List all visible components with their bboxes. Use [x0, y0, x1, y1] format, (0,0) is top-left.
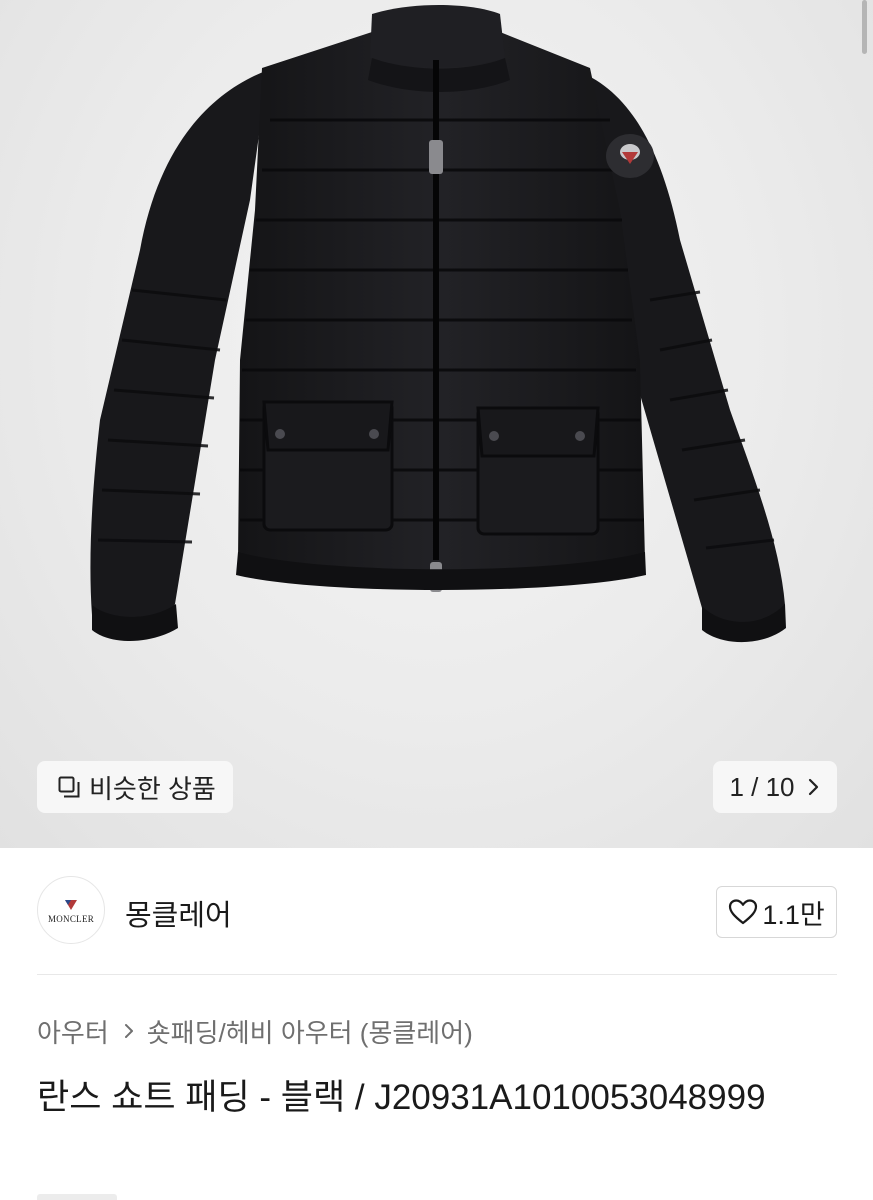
- product-title: 란스 쇼트 패딩 - 블랙 / J20931A1010053048999: [37, 1078, 766, 1117]
- product-image-gallery[interactable]: 비슷한 상품 1 / 10: [0, 0, 873, 848]
- image-counter: 1 / 10: [729, 771, 795, 802]
- similar-products-button[interactable]: 비슷한 상품: [37, 761, 233, 813]
- breadcrumb-item-outer[interactable]: 아우터: [37, 1013, 109, 1050]
- divider: [37, 974, 837, 975]
- shop-avatar[interactable]: MONCLER: [37, 876, 105, 944]
- product-image: [90, 5, 786, 643]
- similar-products-label: 비슷한 상품: [89, 773, 216, 804]
- heart-outline-icon: [729, 899, 758, 925]
- shop-logo-text: MONCLER: [47, 913, 95, 924]
- shop-row: MONCLER 몽클레어 1.1만: [37, 876, 837, 948]
- breadcrumb-item-short-padding[interactable]: 숏패딩/헤비 아우터 (몽클레어): [147, 1013, 473, 1050]
- chevron-right-icon: [808, 778, 818, 796]
- moncler-crest-icon: [65, 899, 77, 910]
- image-counter-button[interactable]: 1 / 10: [713, 761, 837, 813]
- shop-name[interactable]: 몽클레어: [125, 892, 232, 934]
- favorite-count: 1.1만: [762, 899, 825, 930]
- chevron-right-icon: [124, 1024, 133, 1038]
- scrollbar[interactable]: [862, 0, 867, 54]
- breadcrumb: 아우터 숏패딩/헤비 아우터 (몽클레어): [37, 1014, 473, 1048]
- layers-icon: [58, 776, 80, 798]
- favorite-button[interactable]: 1.1만: [716, 886, 837, 938]
- next-section-peek: [37, 1194, 117, 1200]
